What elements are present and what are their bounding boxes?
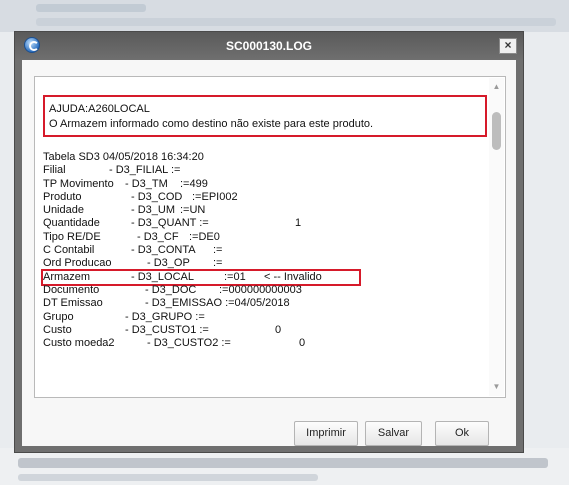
- row-field: - D3_FILIAL :=: [109, 164, 181, 177]
- row-label: Produto: [43, 190, 82, 203]
- log-content: AJUDA:A260LOCAL O Armazem informado como…: [41, 95, 488, 350]
- log-row-tp-movimento: TP Movimento - D3_TM :=499: [43, 178, 488, 191]
- row-field: - D3_OP: [147, 257, 190, 270]
- background-blurred-text: [18, 474, 318, 481]
- row-value: :=: [213, 257, 223, 270]
- log-row-c-contabil: C Contabil - D3_CONTA :=: [43, 244, 488, 257]
- row-label: TP Movimento: [43, 177, 114, 190]
- row-field: - D3_QUANT :=: [131, 217, 209, 230]
- row-label: Custo: [43, 323, 72, 336]
- row-field: - D3_COD: [131, 190, 183, 203]
- dialog-body: AJUDA:A260LOCAL O Armazem informado como…: [22, 60, 516, 446]
- help-title: AJUDA:A260LOCAL: [49, 103, 150, 115]
- background-blurred-text: [36, 4, 146, 12]
- row-label: Grupo: [43, 310, 74, 323]
- row-value: 1: [295, 217, 302, 230]
- help-message-box: AJUDA:A260LOCAL O Armazem informado como…: [43, 95, 487, 137]
- log-row-custo-moeda2: Custo moeda2 - D3_CUSTO2 := 0: [43, 337, 488, 350]
- row-value: 0: [275, 323, 282, 336]
- row-field: - D3_TM: [125, 177, 168, 190]
- dialog-titlebar[interactable]: SC000130.LOG ×: [15, 32, 523, 60]
- scroll-thumb[interactable]: [492, 112, 501, 150]
- row-field: - D3_EMISSAO :=04/05/2018: [145, 297, 290, 310]
- row-label: Documento: [43, 283, 100, 296]
- log-row-ord-producao: Ord Producao - D3_OP :=: [43, 257, 488, 270]
- dialog-title: SC000130.LOG: [225, 39, 313, 53]
- table-header: Tabela SD3 04/05/2018 16:34:20: [43, 151, 204, 163]
- log-row-dt-emissao: DT Emissao - D3_EMISSAO :=04/05/2018: [43, 297, 488, 310]
- row-field: - D3_CONTA: [131, 244, 196, 257]
- log-row-custo: Custo - D3_CUSTO1 := 0: [43, 324, 488, 337]
- row-field: - D3_UM: [131, 204, 176, 217]
- log-row-grupo: Grupo - D3_GRUPO :=: [43, 311, 488, 324]
- row-field: - D3_CUSTO1 :=: [125, 323, 209, 336]
- row-value: :=000000000003: [219, 283, 302, 296]
- save-button[interactable]: Salvar: [365, 421, 422, 446]
- log-row-filial: Filial - D3_FILIAL :=: [43, 164, 488, 177]
- row-label: Filial: [43, 164, 66, 177]
- row-label: Custo moeda2: [43, 337, 115, 350]
- print-button[interactable]: Imprimir: [294, 421, 358, 446]
- row-label: Tipo RE/DE: [43, 230, 101, 243]
- background-page-content: [0, 448, 569, 485]
- vertical-scrollbar[interactable]: ▲ ▼: [489, 78, 504, 396]
- log-dialog-window: SC000130.LOG × AJUDA:A260LOCAL O Armazem…: [14, 31, 524, 453]
- row-value: :=UN: [180, 204, 206, 217]
- close-icon: ×: [504, 38, 512, 52]
- log-text-area[interactable]: AJUDA:A260LOCAL O Armazem informado como…: [34, 76, 506, 398]
- row-value: :=499: [180, 177, 208, 190]
- row-field: - D3_DOC: [145, 283, 197, 296]
- close-button[interactable]: ×: [499, 38, 517, 54]
- row-label: Unidade: [43, 204, 84, 217]
- row-value: :=: [213, 244, 223, 257]
- row-value: :=01: [224, 270, 246, 283]
- log-row-quantidade: Quantidade - D3_QUANT := 1: [43, 217, 488, 230]
- row-value: :=EPI002: [192, 190, 238, 203]
- row-label: Ord Producao: [43, 257, 112, 270]
- help-message: O Armazem informado como destino não exi…: [49, 118, 374, 130]
- row-label: DT Emissao: [43, 297, 103, 310]
- log-row-armazem-invalid: Armazem - D3_LOCAL :=01 < -- Invalido: [41, 268, 361, 287]
- invalid-note: < -- Invalido: [264, 270, 322, 283]
- row-field: - D3_CUSTO2 :=: [147, 337, 231, 350]
- background-blurred-text: [36, 18, 556, 26]
- row-field: - D3_CF: [137, 230, 179, 243]
- scroll-down-arrow-icon[interactable]: ▼: [489, 380, 504, 394]
- log-row-unidade: Unidade - D3_UM :=UN: [43, 204, 488, 217]
- log-row-tipo-re-de: Tipo RE/DE - D3_CF :=DE0: [43, 231, 488, 244]
- background-blurred-text: [18, 458, 548, 468]
- row-field: - D3_GRUPO :=: [125, 310, 205, 323]
- log-row-produto: Produto - D3_COD :=EPI002: [43, 191, 488, 204]
- row-label: Quantidade: [43, 217, 100, 230]
- row-value: :=DE0: [189, 230, 220, 243]
- background-app-header: [0, 0, 569, 32]
- row-label: C Contabil: [43, 244, 95, 257]
- scroll-up-arrow-icon[interactable]: ▲: [489, 80, 504, 94]
- ok-button[interactable]: Ok: [435, 421, 489, 446]
- log-row-documento: Documento - D3_DOC :=000000000003: [43, 284, 488, 297]
- row-field: - D3_LOCAL: [131, 270, 194, 283]
- row-value: 0: [299, 337, 306, 350]
- row-label: Armazem: [43, 270, 91, 283]
